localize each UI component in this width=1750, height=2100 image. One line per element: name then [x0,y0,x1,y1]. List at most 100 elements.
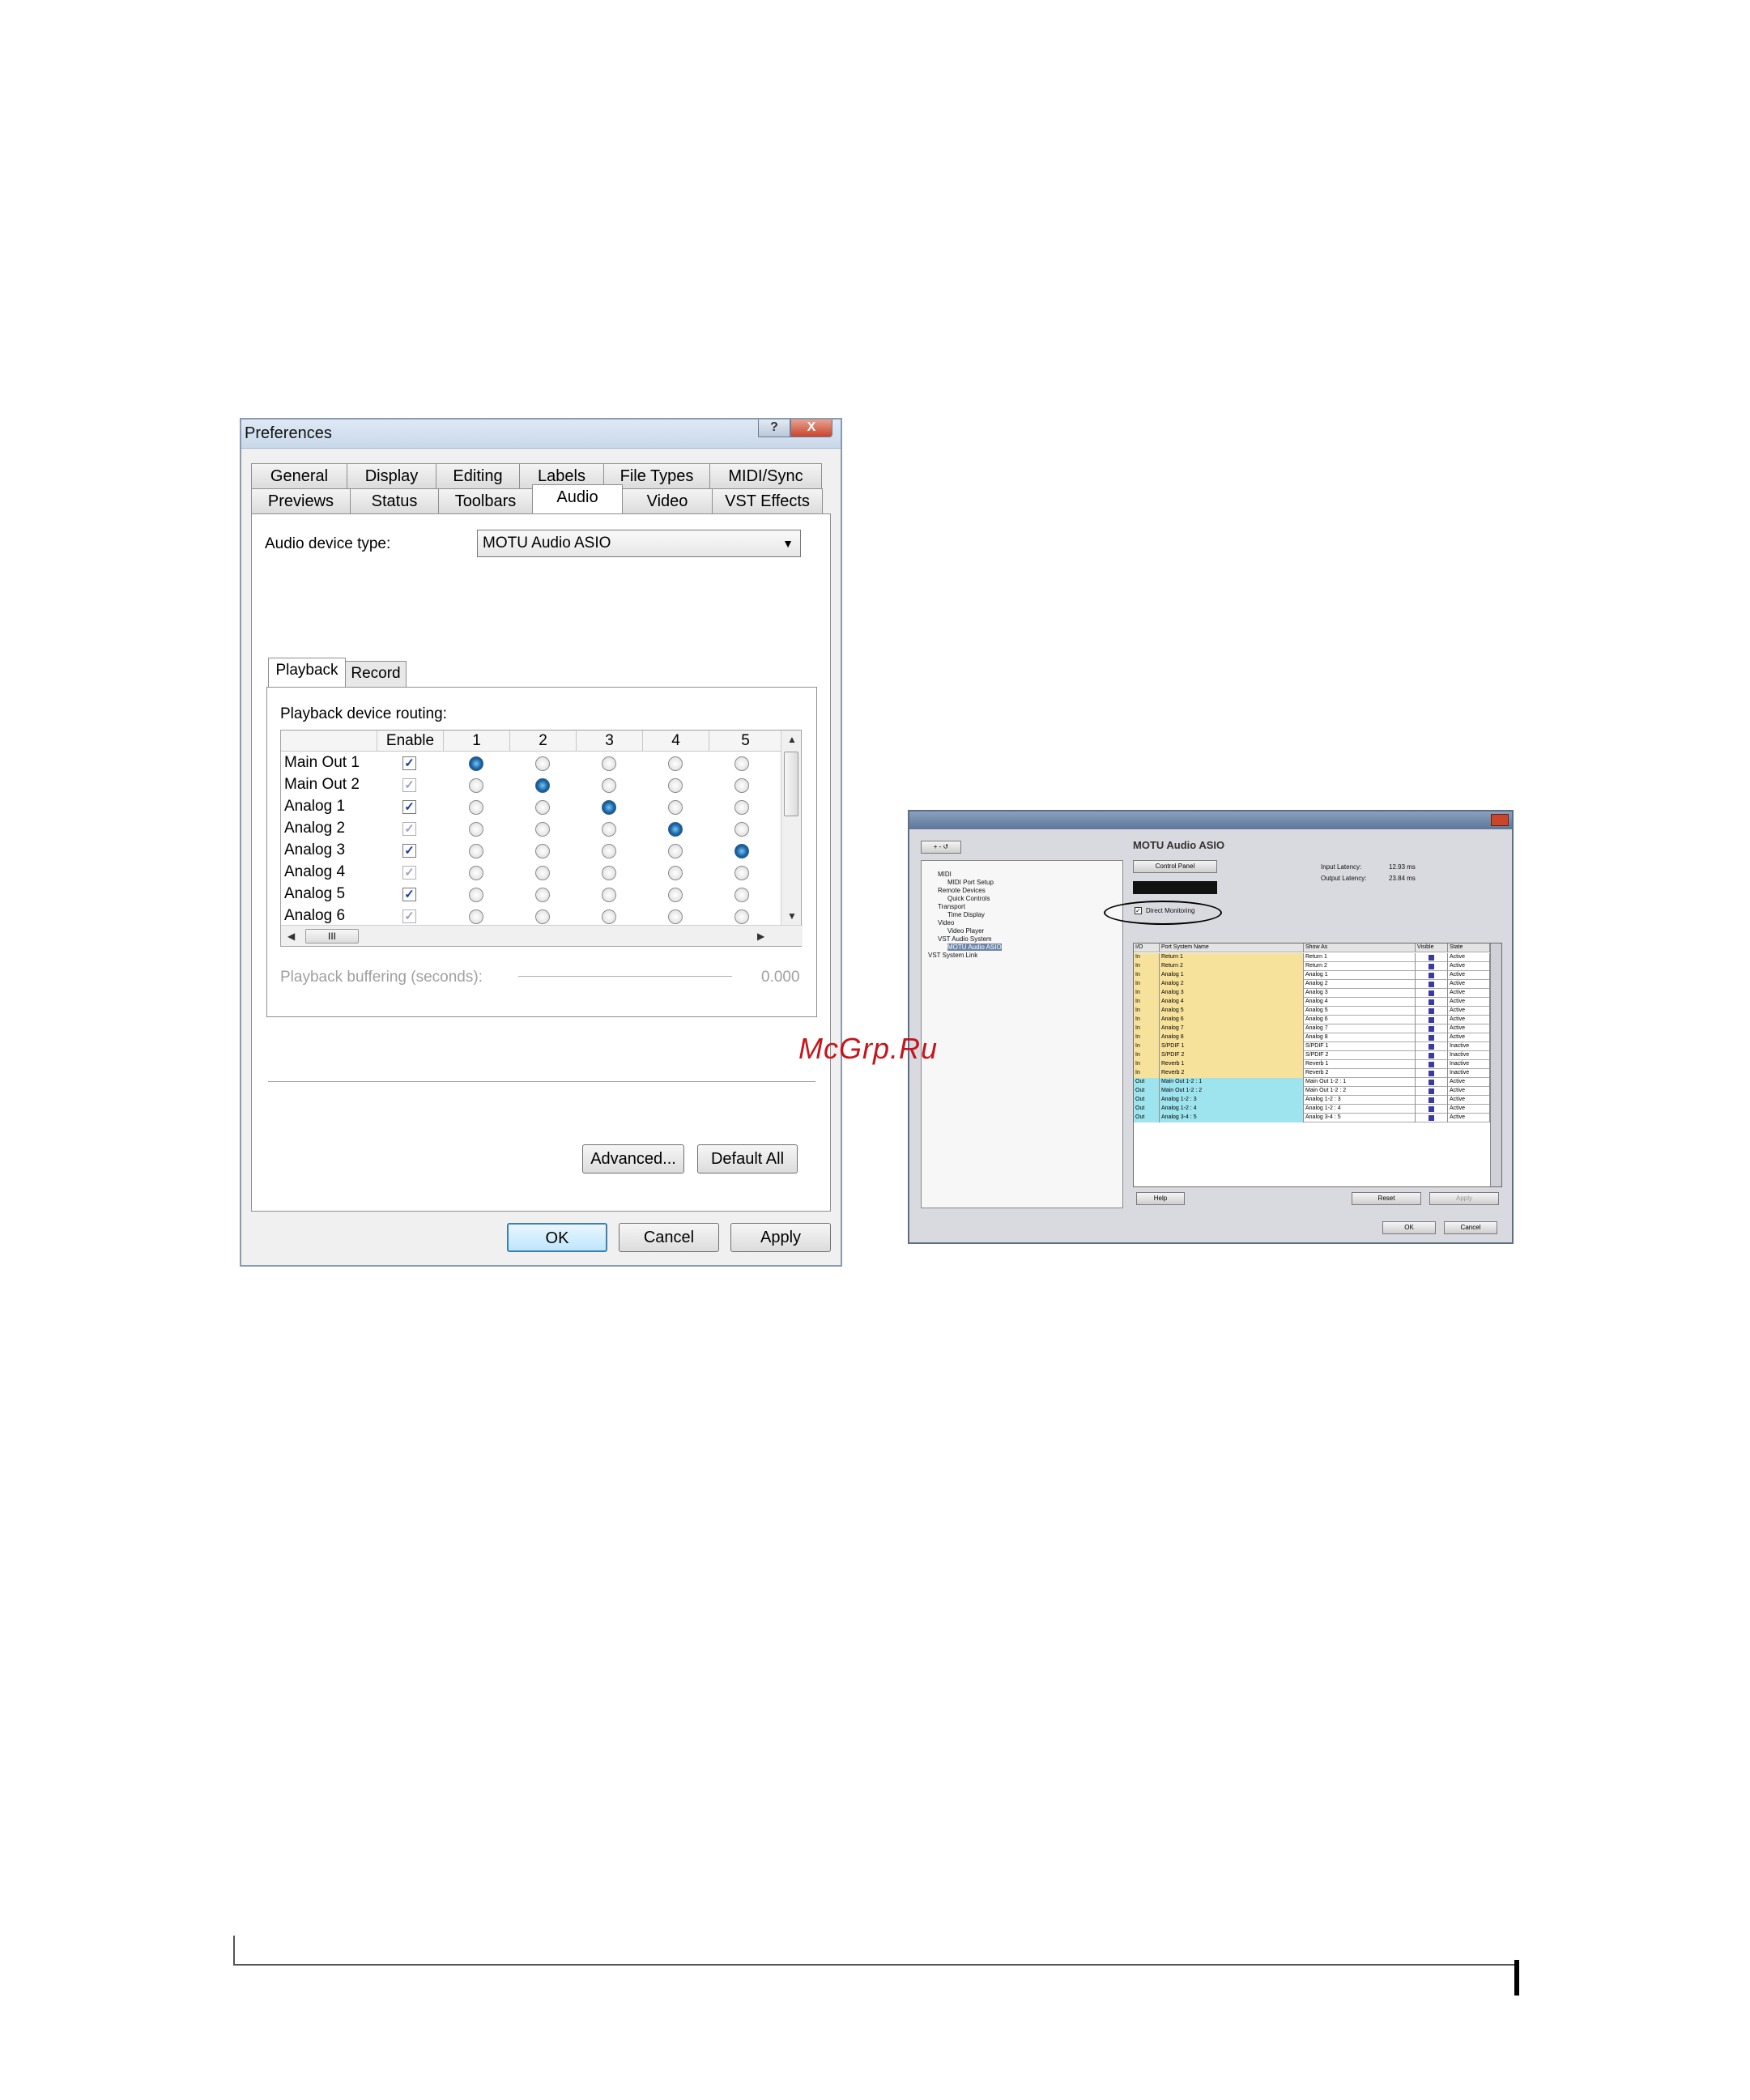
table-row[interactable]: In Return 1 Return 1 Active [1134,953,1490,962]
enable-checkbox[interactable]: ✓ [402,800,416,814]
output-radio-5[interactable] [734,800,749,815]
tab-video[interactable]: Video [622,488,713,513]
output-radio-4[interactable] [668,866,683,880]
subtab-record[interactable]: Record [345,661,407,687]
tree-item[interactable]: Remote Devices [938,887,986,894]
table-row[interactable]: Out Main Out 1-2 : 1 Main Out 1-2 : 1 Activ… [1134,1078,1490,1087]
output-radio-5[interactable] [734,822,749,837]
tab-editing[interactable]: Editing [436,463,520,488]
port-grid-scrollbar[interactable] [1490,944,1501,1186]
enable-checkbox[interactable]: ✓ [402,909,416,923]
ok-button[interactable]: OK [1382,1221,1436,1234]
enable-checkbox[interactable]: ✓ [402,888,416,901]
apply-button[interactable]: Apply [1429,1192,1499,1205]
visible-checkbox[interactable] [1429,955,1434,961]
tree-item[interactable]: Quick Controls [947,895,990,902]
table-row[interactable]: Out Analog 1-2 : 4 Analog 1-2 : 4 Active [1134,1105,1490,1114]
subtab-playback[interactable]: Playback [268,658,346,687]
visible-checkbox[interactable] [1429,1053,1434,1059]
table-row[interactable]: In S/PDIF 1 S/PDIF 1 Inactive [1134,1042,1490,1051]
close-button[interactable]: X [790,420,832,437]
table-row[interactable]: In Return 2 Return 2 Active [1134,962,1490,971]
table-row[interactable]: In Analog 7 Analog 7 Active [1134,1024,1490,1033]
output-radio-4[interactable] [668,800,683,815]
table-row[interactable]: In Analog 2 Analog 2 Active [1134,980,1490,989]
output-radio-4[interactable] [668,756,683,771]
audio-device-type-select[interactable]: MOTU Audio ASIO ▼ [477,530,801,557]
tab-vst-effects[interactable]: VST Effects [712,488,823,513]
visible-checkbox[interactable] [1429,1071,1434,1076]
table-row[interactable]: Out Main Out 1-2 : 2 Main Out 1-2 : 2 Activ… [1134,1087,1490,1096]
output-radio-2[interactable] [535,888,550,902]
help-button[interactable]: ? [758,420,790,437]
output-radio-3[interactable] [602,778,616,793]
output-radio-3[interactable] [602,800,616,815]
output-radio-1[interactable] [469,909,483,924]
tree-item[interactable]: VST System Link [928,952,977,959]
visible-checkbox[interactable] [1429,1106,1434,1112]
table-row[interactable]: In Analog 4 Analog 4 Active [1134,998,1490,1007]
reset-button[interactable]: Reset [1352,1192,1421,1205]
scroll-thumb[interactable] [784,752,798,816]
output-radio-2[interactable] [535,756,550,771]
visible-checkbox[interactable] [1429,964,1434,969]
vertical-scrollbar[interactable]: ▲ ▼ [781,731,801,926]
scroll-right-icon[interactable]: ▶ [757,931,764,942]
table-row[interactable]: In Analog 8 Analog 8 Active [1134,1033,1490,1042]
scroll-up-icon[interactable]: ▲ [787,734,797,745]
tree-item[interactable]: Video [938,919,954,926]
output-radio-3[interactable] [602,909,616,924]
cancel-button[interactable]: Cancel [619,1223,719,1252]
enable-checkbox[interactable]: ✓ [402,778,416,792]
visible-checkbox[interactable] [1429,1097,1434,1103]
output-radio-4[interactable] [668,822,683,837]
table-row[interactable]: In Analog 3 Analog 3 Active [1134,989,1490,998]
tab-audio[interactable]: Audio [532,484,623,513]
visible-checkbox[interactable] [1429,982,1434,987]
output-radio-1[interactable] [469,888,483,902]
output-radio-2[interactable] [535,844,550,858]
scroll-left-icon[interactable]: ◀ [287,931,295,942]
scroll-thumb-horizontal[interactable]: III [305,929,359,944]
output-radio-5[interactable] [734,778,749,793]
table-row[interactable]: Out Analog 3-4 : 5 Analog 3-4 : 5 Active [1134,1114,1490,1122]
output-radio-1[interactable] [469,756,483,771]
enable-checkbox[interactable]: ✓ [402,822,416,836]
scroll-down-icon[interactable]: ▼ [787,910,797,922]
table-row[interactable]: In Analog 6 Analog 6 Active [1134,1016,1490,1024]
output-radio-3[interactable] [602,844,616,858]
apply-button[interactable]: Apply [730,1223,831,1252]
default-all-button[interactable]: Default All [697,1144,798,1174]
output-radio-4[interactable] [668,844,683,858]
output-radio-1[interactable] [469,844,483,858]
enable-checkbox[interactable]: ✓ [402,844,416,858]
table-row[interactable]: In S/PDIF 2 S/PDIF 2 Inactive [1134,1051,1490,1060]
device-setup-titlebar[interactable] [909,811,1512,829]
output-radio-2[interactable] [535,866,550,880]
tree-item[interactable]: VST Audio System [938,935,992,943]
visible-checkbox[interactable] [1429,1008,1434,1014]
enable-checkbox[interactable]: ✓ [402,866,416,880]
control-panel-button[interactable]: Control Panel [1133,860,1217,873]
output-radio-2[interactable] [535,822,550,837]
tab-display[interactable]: Display [347,463,436,488]
advanced-button[interactable]: Advanced... [582,1144,684,1174]
help-button[interactable]: Help [1136,1192,1185,1205]
tab-midi-sync[interactable]: MIDI/Sync [709,463,822,488]
cancel-button[interactable]: Cancel [1444,1221,1497,1234]
ok-button[interactable]: OK [507,1223,607,1252]
output-radio-5[interactable] [734,909,749,924]
tab-toolbars[interactable]: Toolbars [438,488,533,513]
visible-checkbox[interactable] [1429,1080,1434,1085]
tab-previews[interactable]: Previews [251,488,351,513]
table-row[interactable]: In Analog 5 Analog 5 Active [1134,1007,1490,1016]
tab-general[interactable]: General [251,463,347,488]
visible-checkbox[interactable] [1429,999,1434,1005]
tab-status[interactable]: Status [350,488,439,513]
visible-checkbox[interactable] [1429,1088,1434,1094]
table-row[interactable]: In Analog 1 Analog 1 Active [1134,971,1490,980]
table-row[interactable]: In Reverb 2 Reverb 2 Inactive [1134,1069,1490,1078]
output-radio-3[interactable] [602,822,616,837]
visible-checkbox[interactable] [1429,1044,1434,1050]
tree-item[interactable]: MOTU Audio ASIO [947,944,1002,951]
